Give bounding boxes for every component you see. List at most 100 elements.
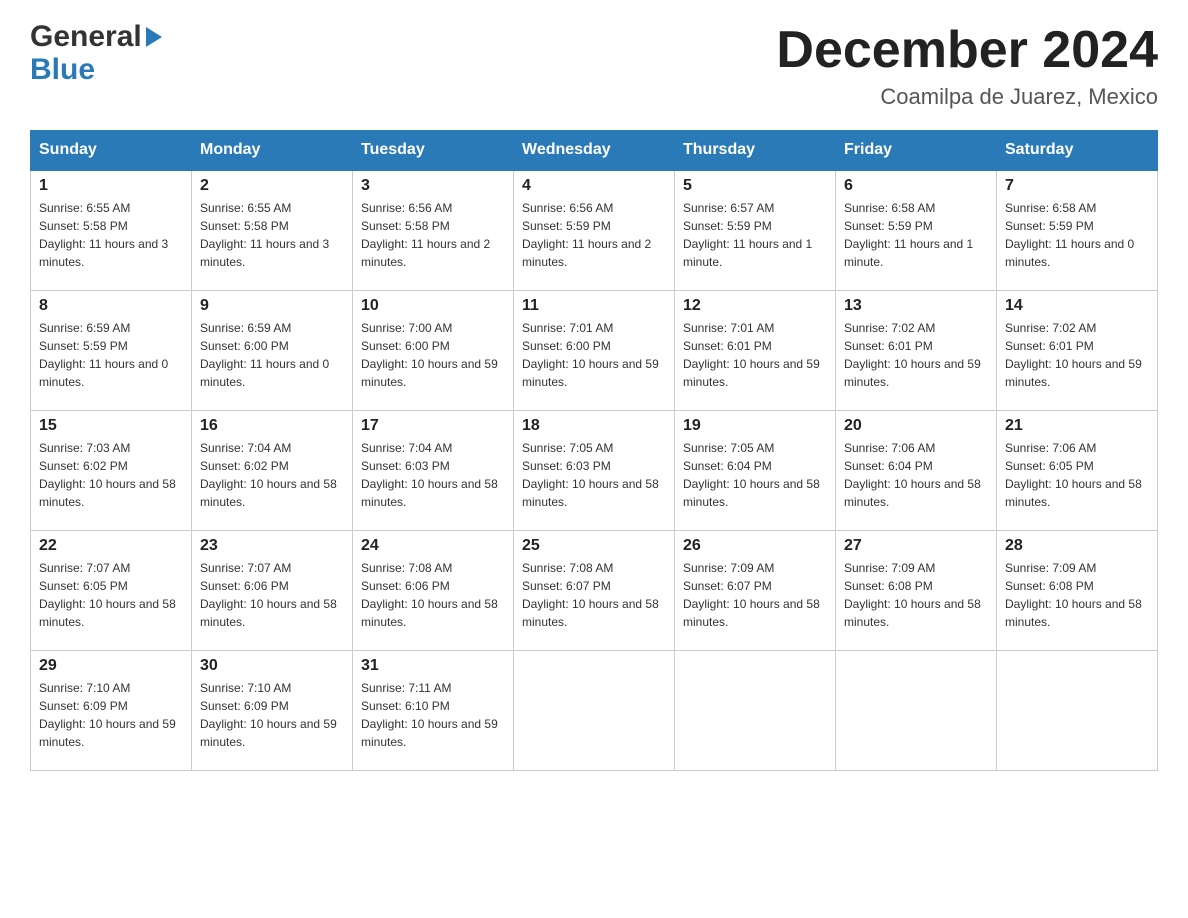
day-info: Sunrise: 7:03 AM Sunset: 6:02 PM Dayligh… xyxy=(39,439,183,511)
calendar-week-row: 1 Sunrise: 6:55 AM Sunset: 5:58 PM Dayli… xyxy=(31,170,1158,290)
calendar-week-row: 29 Sunrise: 7:10 AM Sunset: 6:09 PM Dayl… xyxy=(31,650,1158,770)
calendar-day-cell: 2 Sunrise: 6:55 AM Sunset: 5:58 PM Dayli… xyxy=(192,170,353,290)
calendar-day-cell: 8 Sunrise: 6:59 AM Sunset: 5:59 PM Dayli… xyxy=(31,290,192,410)
calendar-day-cell xyxy=(675,650,836,770)
calendar-day-cell: 3 Sunrise: 6:56 AM Sunset: 5:58 PM Dayli… xyxy=(353,170,514,290)
calendar-day-cell: 20 Sunrise: 7:06 AM Sunset: 6:04 PM Dayl… xyxy=(836,410,997,530)
calendar-day-cell: 15 Sunrise: 7:03 AM Sunset: 6:02 PM Dayl… xyxy=(31,410,192,530)
calendar-table: Sunday Monday Tuesday Wednesday Thursday… xyxy=(30,130,1158,771)
header-sunday: Sunday xyxy=(31,131,192,171)
day-info: Sunrise: 7:06 AM Sunset: 6:04 PM Dayligh… xyxy=(844,439,988,511)
logo: General Blue xyxy=(30,20,162,86)
day-number: 4 xyxy=(522,177,666,195)
calendar-day-cell: 5 Sunrise: 6:57 AM Sunset: 5:59 PM Dayli… xyxy=(675,170,836,290)
location-text: Coamilpa de Juarez, Mexico xyxy=(776,84,1158,110)
calendar-day-cell: 22 Sunrise: 7:07 AM Sunset: 6:05 PM Dayl… xyxy=(31,530,192,650)
day-info: Sunrise: 7:07 AM Sunset: 6:05 PM Dayligh… xyxy=(39,559,183,631)
calendar-header-row: Sunday Monday Tuesday Wednesday Thursday… xyxy=(31,131,1158,171)
calendar-day-cell: 27 Sunrise: 7:09 AM Sunset: 6:08 PM Dayl… xyxy=(836,530,997,650)
day-info: Sunrise: 7:05 AM Sunset: 6:04 PM Dayligh… xyxy=(683,439,827,511)
day-number: 19 xyxy=(683,417,827,435)
day-number: 16 xyxy=(200,417,344,435)
calendar-day-cell: 28 Sunrise: 7:09 AM Sunset: 6:08 PM Dayl… xyxy=(997,530,1158,650)
calendar-day-cell: 1 Sunrise: 6:55 AM Sunset: 5:58 PM Dayli… xyxy=(31,170,192,290)
day-number: 2 xyxy=(200,177,344,195)
day-info: Sunrise: 7:02 AM Sunset: 6:01 PM Dayligh… xyxy=(1005,319,1149,391)
day-info: Sunrise: 6:59 AM Sunset: 6:00 PM Dayligh… xyxy=(200,319,344,391)
day-number: 12 xyxy=(683,297,827,315)
day-number: 24 xyxy=(361,537,505,555)
day-number: 26 xyxy=(683,537,827,555)
day-info: Sunrise: 7:04 AM Sunset: 6:03 PM Dayligh… xyxy=(361,439,505,511)
day-info: Sunrise: 6:57 AM Sunset: 5:59 PM Dayligh… xyxy=(683,199,827,271)
calendar-day-cell: 17 Sunrise: 7:04 AM Sunset: 6:03 PM Dayl… xyxy=(353,410,514,530)
day-number: 25 xyxy=(522,537,666,555)
header-monday: Monday xyxy=(192,131,353,171)
calendar-day-cell: 31 Sunrise: 7:11 AM Sunset: 6:10 PM Dayl… xyxy=(353,650,514,770)
day-number: 27 xyxy=(844,537,988,555)
calendar-day-cell: 29 Sunrise: 7:10 AM Sunset: 6:09 PM Dayl… xyxy=(31,650,192,770)
logo-blue-text: Blue xyxy=(30,53,162,86)
day-number: 28 xyxy=(1005,537,1149,555)
calendar-day-cell xyxy=(997,650,1158,770)
calendar-day-cell xyxy=(836,650,997,770)
day-info: Sunrise: 6:55 AM Sunset: 5:58 PM Dayligh… xyxy=(200,199,344,271)
page-header: General Blue December 2024 Coamilpa de J… xyxy=(30,20,1158,110)
day-number: 29 xyxy=(39,657,183,675)
day-info: Sunrise: 7:04 AM Sunset: 6:02 PM Dayligh… xyxy=(200,439,344,511)
day-number: 23 xyxy=(200,537,344,555)
logo-line1: General xyxy=(30,20,162,53)
day-info: Sunrise: 6:55 AM Sunset: 5:58 PM Dayligh… xyxy=(39,199,183,271)
calendar-week-row: 8 Sunrise: 6:59 AM Sunset: 5:59 PM Dayli… xyxy=(31,290,1158,410)
calendar-day-cell: 16 Sunrise: 7:04 AM Sunset: 6:02 PM Dayl… xyxy=(192,410,353,530)
day-info: Sunrise: 7:09 AM Sunset: 6:08 PM Dayligh… xyxy=(844,559,988,631)
title-block: December 2024 Coamilpa de Juarez, Mexico xyxy=(776,20,1158,110)
day-number: 6 xyxy=(844,177,988,195)
day-number: 31 xyxy=(361,657,505,675)
day-info: Sunrise: 6:59 AM Sunset: 5:59 PM Dayligh… xyxy=(39,319,183,391)
day-info: Sunrise: 6:56 AM Sunset: 5:58 PM Dayligh… xyxy=(361,199,505,271)
day-number: 5 xyxy=(683,177,827,195)
header-saturday: Saturday xyxy=(997,131,1158,171)
day-info: Sunrise: 7:08 AM Sunset: 6:06 PM Dayligh… xyxy=(361,559,505,631)
day-number: 11 xyxy=(522,297,666,315)
calendar-day-cell: 11 Sunrise: 7:01 AM Sunset: 6:00 PM Dayl… xyxy=(514,290,675,410)
day-info: Sunrise: 6:58 AM Sunset: 5:59 PM Dayligh… xyxy=(844,199,988,271)
day-info: Sunrise: 7:06 AM Sunset: 6:05 PM Dayligh… xyxy=(1005,439,1149,511)
day-info: Sunrise: 7:09 AM Sunset: 6:08 PM Dayligh… xyxy=(1005,559,1149,631)
header-tuesday: Tuesday xyxy=(353,131,514,171)
day-number: 7 xyxy=(1005,177,1149,195)
day-number: 21 xyxy=(1005,417,1149,435)
header-friday: Friday xyxy=(836,131,997,171)
calendar-day-cell: 26 Sunrise: 7:09 AM Sunset: 6:07 PM Dayl… xyxy=(675,530,836,650)
calendar-day-cell: 18 Sunrise: 7:05 AM Sunset: 6:03 PM Dayl… xyxy=(514,410,675,530)
calendar-day-cell: 12 Sunrise: 7:01 AM Sunset: 6:01 PM Dayl… xyxy=(675,290,836,410)
day-info: Sunrise: 7:09 AM Sunset: 6:07 PM Dayligh… xyxy=(683,559,827,631)
day-number: 15 xyxy=(39,417,183,435)
day-number: 10 xyxy=(361,297,505,315)
calendar-day-cell: 13 Sunrise: 7:02 AM Sunset: 6:01 PM Dayl… xyxy=(836,290,997,410)
day-number: 1 xyxy=(39,177,183,195)
day-info: Sunrise: 7:00 AM Sunset: 6:00 PM Dayligh… xyxy=(361,319,505,391)
calendar-day-cell: 23 Sunrise: 7:07 AM Sunset: 6:06 PM Dayl… xyxy=(192,530,353,650)
calendar-day-cell: 19 Sunrise: 7:05 AM Sunset: 6:04 PM Dayl… xyxy=(675,410,836,530)
header-wednesday: Wednesday xyxy=(514,131,675,171)
day-info: Sunrise: 7:05 AM Sunset: 6:03 PM Dayligh… xyxy=(522,439,666,511)
day-number: 18 xyxy=(522,417,666,435)
day-number: 13 xyxy=(844,297,988,315)
calendar-day-cell: 21 Sunrise: 7:06 AM Sunset: 6:05 PM Dayl… xyxy=(997,410,1158,530)
calendar-day-cell: 24 Sunrise: 7:08 AM Sunset: 6:06 PM Dayl… xyxy=(353,530,514,650)
calendar-day-cell: 9 Sunrise: 6:59 AM Sunset: 6:00 PM Dayli… xyxy=(192,290,353,410)
day-number: 14 xyxy=(1005,297,1149,315)
day-number: 22 xyxy=(39,537,183,555)
day-info: Sunrise: 7:07 AM Sunset: 6:06 PM Dayligh… xyxy=(200,559,344,631)
day-number: 9 xyxy=(200,297,344,315)
calendar-week-row: 15 Sunrise: 7:03 AM Sunset: 6:02 PM Dayl… xyxy=(31,410,1158,530)
day-info: Sunrise: 6:56 AM Sunset: 5:59 PM Dayligh… xyxy=(522,199,666,271)
calendar-day-cell xyxy=(514,650,675,770)
calendar-day-cell: 7 Sunrise: 6:58 AM Sunset: 5:59 PM Dayli… xyxy=(997,170,1158,290)
day-number: 20 xyxy=(844,417,988,435)
calendar-day-cell: 10 Sunrise: 7:00 AM Sunset: 6:00 PM Dayl… xyxy=(353,290,514,410)
day-info: Sunrise: 7:01 AM Sunset: 6:01 PM Dayligh… xyxy=(683,319,827,391)
calendar-day-cell: 25 Sunrise: 7:08 AM Sunset: 6:07 PM Dayl… xyxy=(514,530,675,650)
